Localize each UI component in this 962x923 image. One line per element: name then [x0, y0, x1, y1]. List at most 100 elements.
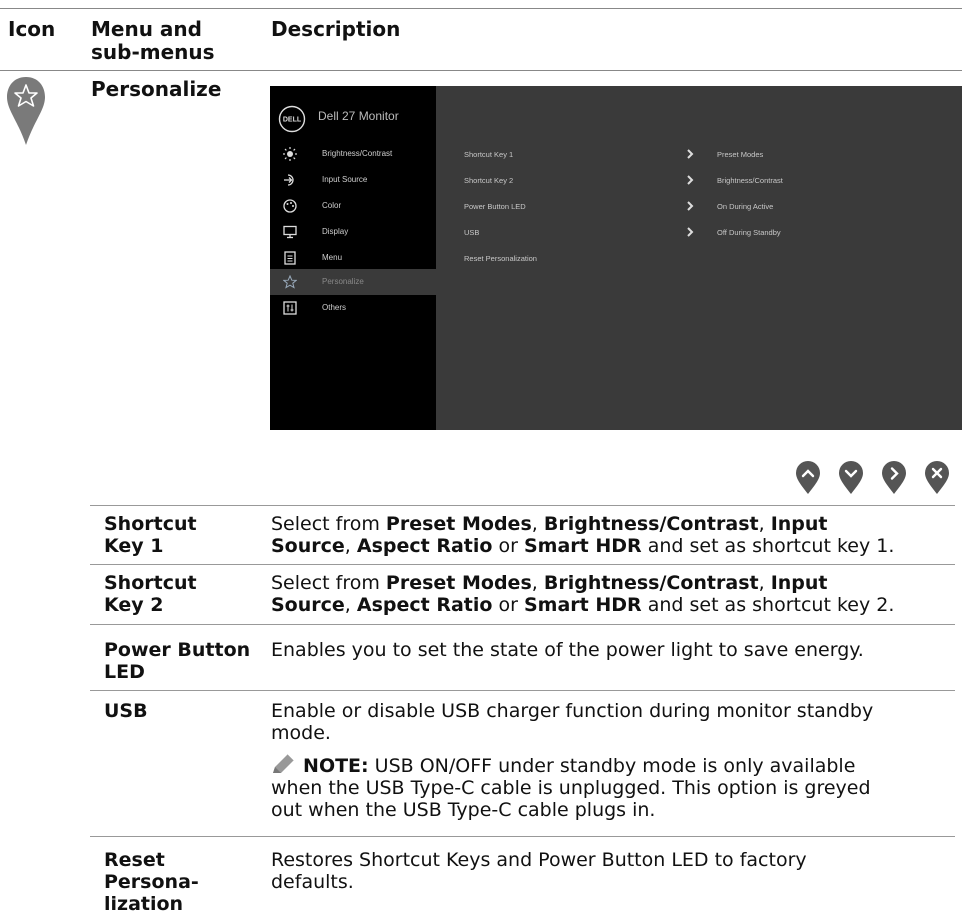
- table-rule: [90, 624, 955, 625]
- menu-icon: [284, 251, 296, 265]
- osd-row-power-button-led[interactable]: Power Button LED: [464, 202, 526, 211]
- row-desc-usb: Enable or disable USB charger function d…: [271, 700, 961, 821]
- star-pin-icon: [5, 75, 47, 147]
- osd-value-usb: Off During Standby: [717, 228, 781, 237]
- table-rule: [90, 505, 955, 506]
- section-title: Personalize: [91, 77, 222, 101]
- note-block: NOTE: USB ON/OFF under standby mode is o…: [271, 753, 961, 821]
- osd-menu-personalize[interactable]: Personalize: [270, 269, 436, 295]
- text-run: or: [492, 535, 524, 557]
- osd-menu-color[interactable]: Color: [270, 193, 436, 219]
- nav-right-button[interactable]: [881, 461, 907, 495]
- text-run: and set as shortcut key 2.: [641, 594, 895, 616]
- sun-icon: [283, 147, 297, 161]
- label-line: lization: [104, 893, 184, 915]
- text-run: ,: [758, 513, 771, 535]
- bold-term: Smart HDR: [523, 535, 642, 557]
- osd-row-reset-personalization[interactable]: Reset Personalization: [464, 254, 537, 263]
- bold-term: Preset Modes: [385, 572, 532, 594]
- row-label-shortcut-key-2: Shortcut Key 2: [104, 572, 197, 616]
- row-desc-shortcut-key-1: Select from Preset Modes, Brightness/Con…: [271, 513, 961, 557]
- text-run: ,: [344, 535, 357, 557]
- nav-up-button[interactable]: [795, 461, 821, 495]
- col-header-description: Description: [271, 17, 401, 41]
- label-line: Key 1: [104, 535, 164, 557]
- desc-line: Select from Preset Modes, Brightness/Con…: [271, 572, 961, 594]
- osd-menu-brightness[interactable]: Brightness/Contrast: [270, 141, 436, 167]
- row-label-power-button-led: Power Button LED: [104, 639, 250, 683]
- desc-line: Select from Preset Modes, Brightness/Con…: [271, 513, 961, 535]
- row-desc-shortcut-key-2: Select from Preset Modes, Brightness/Con…: [271, 572, 961, 616]
- desc-line: Enable or disable USB charger function d…: [271, 700, 874, 722]
- nav-close-button[interactable]: [924, 461, 950, 495]
- label-line: Persona-: [104, 871, 199, 893]
- bold-term: Source: [271, 535, 345, 557]
- row-label-usb: USB: [104, 700, 148, 722]
- label-line: Key 2: [104, 594, 164, 616]
- row-desc-power-button-led: Enables you to set the state of the powe…: [271, 639, 864, 661]
- others-icon: [283, 301, 297, 315]
- osd-value-power-button-led: On During Active: [717, 202, 774, 211]
- down-icon: [839, 461, 863, 494]
- bold-term: Brightness/Contrast: [543, 572, 759, 594]
- note-line: NOTE: USB ON/OFF under standby mode is o…: [271, 753, 961, 777]
- bold-term: Source: [271, 594, 345, 616]
- col-header-icon: Icon: [8, 17, 56, 41]
- osd-row-shortcut-key-1[interactable]: Shortcut Key 1: [464, 150, 513, 159]
- bold-term: Brightness/Contrast: [543, 513, 759, 535]
- osd-menu-label: Personalize: [322, 277, 364, 286]
- text-run: and set as shortcut key 1.: [641, 535, 895, 557]
- header-bottom-rule: [0, 70, 962, 71]
- osd-menu-display[interactable]: Display: [270, 219, 436, 245]
- up-icon: [796, 461, 820, 494]
- osd-menu-label: Input Source: [322, 175, 368, 184]
- note-line: when the USB Type-C cable is unplugged. …: [271, 777, 871, 799]
- text-run: Select from: [271, 572, 386, 594]
- osd-screenshot: DELL Dell 27 Monitor Brightness/Contrast…: [270, 86, 962, 430]
- osd-model-title: Dell 27 Monitor: [318, 109, 399, 123]
- col-header-menu: Menu and sub-menus: [91, 18, 215, 64]
- osd-value-shortcut-key-1: Preset Modes: [717, 150, 764, 159]
- osd-menu-input-source[interactable]: Input Source: [270, 167, 436, 193]
- osd-menu-label: Display: [322, 227, 349, 236]
- osd-row-usb[interactable]: USB: [464, 228, 479, 237]
- monitor-icon: [283, 225, 297, 239]
- label-line: Shortcut: [104, 513, 197, 535]
- col-header-menu-line2: sub-menus: [91, 40, 215, 64]
- note-line: out when the USB Type-C cable plugs in.: [271, 799, 656, 821]
- osd-sidebar: DELL Dell 27 Monitor Brightness/Contrast…: [270, 86, 436, 430]
- label-line: Reset: [104, 849, 165, 871]
- desc-line: Source, Aspect Ratio or Smart HDR and se…: [271, 594, 961, 616]
- bold-term: Aspect Ratio: [356, 594, 493, 616]
- osd-row-shortcut-key-2[interactable]: Shortcut Key 2: [464, 176, 513, 185]
- bold-term: Aspect Ratio: [356, 535, 493, 557]
- chevron-right-icon: [687, 149, 694, 159]
- desc-line: Restores Shortcut Keys and Power Button …: [271, 849, 807, 871]
- label-line: USB: [104, 700, 148, 722]
- right-icon: [882, 461, 906, 494]
- chevron-right-icon: [687, 175, 694, 185]
- table-rule: [90, 564, 955, 565]
- nav-down-button[interactable]: [838, 461, 864, 495]
- note-label: NOTE:: [303, 755, 369, 777]
- table-rule: [90, 836, 955, 837]
- row-desc-reset-personalization: Restores Shortcut Keys and Power Button …: [271, 849, 961, 893]
- bold-term: Input: [770, 572, 828, 594]
- star-icon: [283, 275, 297, 289]
- osd-main-panel: Shortcut Key 1 Shortcut Key 2 Power Butt…: [436, 86, 962, 430]
- osd-menu-label: Others: [322, 303, 347, 312]
- row-label-shortcut-key-1: Shortcut Key 1: [104, 513, 197, 557]
- osd-menu-others[interactable]: Others: [270, 295, 436, 321]
- text-run: ,: [531, 513, 544, 535]
- chevron-right-icon: [687, 201, 694, 211]
- palette-icon: [283, 199, 297, 213]
- text-run: ,: [344, 594, 357, 616]
- dell-logo-icon: DELL: [278, 105, 306, 133]
- bold-term: Smart HDR: [523, 594, 642, 616]
- text-run: Select from: [271, 513, 386, 535]
- osd-menu-label: Menu: [322, 253, 343, 262]
- header-top-rule: [0, 8, 962, 9]
- row-label-reset-personalization: Reset Persona- lization: [104, 849, 199, 915]
- osd-menu-menu[interactable]: Menu: [270, 245, 436, 271]
- text-run: ,: [758, 572, 771, 594]
